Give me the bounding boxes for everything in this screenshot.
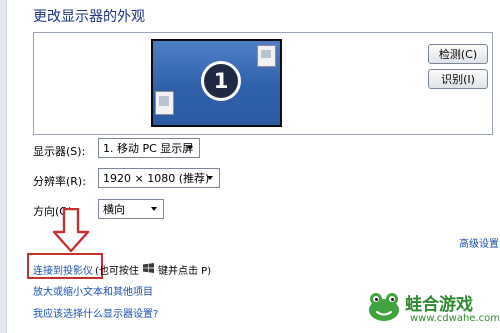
- chevron-down-icon: [151, 207, 157, 211]
- watermark-url: www.cdwahe.com: [410, 313, 500, 324]
- window-thumbnail-icon: [155, 91, 174, 115]
- detect-button[interactable]: 检测(C): [428, 44, 488, 64]
- window-left-border: [0, 0, 7, 333]
- monitor-number-badge: 1: [201, 61, 241, 101]
- display-select-value: 1. 移动 PC 显示屏: [103, 142, 194, 155]
- red-down-arrow-icon: [52, 208, 90, 253]
- shortcut-hint-prefix: (也可按住: [95, 266, 139, 277]
- enlarge-text-link[interactable]: 放大或缩小文本和其他项目: [33, 283, 153, 298]
- resolution-select[interactable]: 1920 × 1080 (推荐): [98, 168, 220, 188]
- orientation-select-value: 横向: [103, 203, 125, 216]
- windows-logo-icon: [143, 263, 154, 273]
- watermark-title: 蛙合游戏: [405, 295, 473, 315]
- identify-button[interactable]: 识别(I): [428, 69, 488, 89]
- connect-projector-link[interactable]: 连接到投影仪: [33, 262, 93, 277]
- which-settings-link[interactable]: 我应该选择什么显示器设置?: [33, 305, 158, 320]
- chevron-down-icon: [187, 146, 193, 150]
- frog-logo-icon: [369, 293, 399, 321]
- page-title: 更改显示器的外观: [33, 9, 145, 25]
- monitor-1-preview[interactable]: 1: [151, 39, 282, 127]
- display-select[interactable]: 1. 移动 PC 显示屏: [98, 138, 200, 158]
- display-label: 显示器(S):: [33, 145, 86, 158]
- window-thumbnail-icon: [257, 45, 276, 67]
- resolution-select-value: 1920 × 1080 (推荐): [103, 172, 210, 185]
- advanced-settings-link[interactable]: 高级设置: [459, 235, 499, 250]
- resolution-label: 分辨率(R):: [33, 175, 86, 188]
- orientation-select[interactable]: 横向: [98, 199, 164, 219]
- chevron-down-icon: [207, 176, 213, 180]
- shortcut-hint-suffix: 键并点击 P): [158, 266, 212, 277]
